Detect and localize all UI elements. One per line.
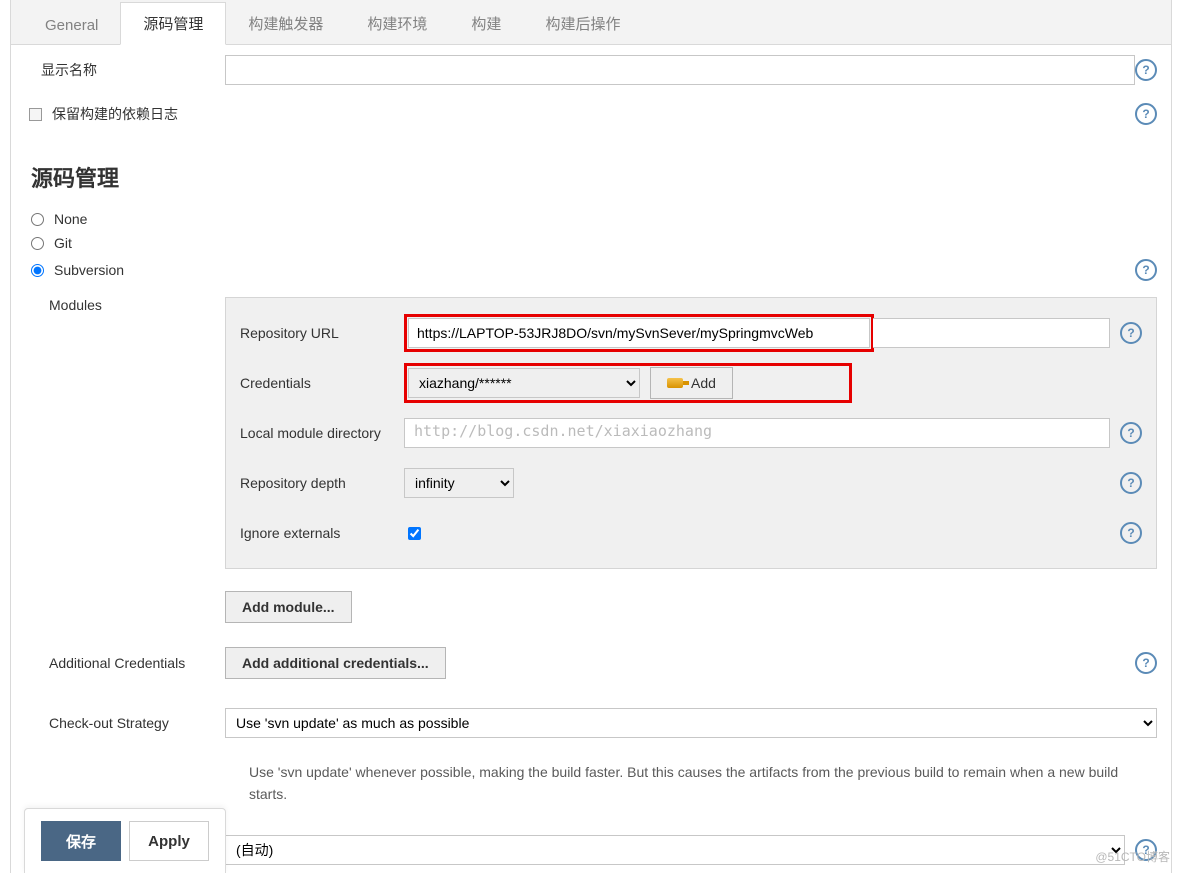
radio-subversion[interactable] bbox=[31, 264, 44, 277]
section-source-title: 源码管理 bbox=[31, 161, 1157, 193]
ignore-externals-checkbox[interactable] bbox=[408, 527, 421, 540]
repo-browser-select[interactable]: (自动) bbox=[225, 835, 1125, 865]
radio-none[interactable] bbox=[31, 213, 44, 226]
config-tabs: General 源码管理 构建触发器 构建环境 构建 构建后操作 bbox=[11, 0, 1171, 45]
radio-git-label: Git bbox=[54, 235, 72, 251]
credentials-label: Credentials bbox=[240, 375, 404, 391]
help-icon[interactable]: ? bbox=[1135, 59, 1157, 81]
repo-url-label: Repository URL bbox=[240, 325, 404, 341]
modules-panel: ↘ SVN项目地址 Repository URL bbox=[225, 297, 1157, 569]
help-icon[interactable]: ? bbox=[1135, 103, 1157, 125]
tab-post[interactable]: 构建后操作 bbox=[523, 3, 642, 44]
help-icon[interactable]: ? bbox=[1120, 472, 1142, 494]
key-icon bbox=[667, 378, 683, 388]
add-additional-cred-button[interactable]: Add additional credentials... bbox=[225, 647, 446, 679]
depth-label: Repository depth bbox=[240, 475, 404, 491]
help-icon[interactable]: ? bbox=[1135, 652, 1157, 674]
checkout-strategy-desc: Use 'svn update' whenever possible, maki… bbox=[249, 761, 1157, 806]
depth-select[interactable]: infinity bbox=[404, 468, 514, 498]
apply-button[interactable]: Apply bbox=[129, 821, 209, 861]
credentials-add-button[interactable]: Add bbox=[650, 367, 733, 399]
display-name-label: 显示名称 bbox=[41, 60, 97, 80]
checkout-strategy-label: Check-out Strategy bbox=[49, 715, 225, 731]
tab-general[interactable]: General bbox=[23, 7, 120, 44]
radio-subversion-label: Subversion bbox=[54, 262, 124, 278]
modules-label: Modules bbox=[49, 297, 225, 313]
tab-env[interactable]: 构建环境 bbox=[345, 3, 449, 44]
repo-url-input-tail[interactable] bbox=[873, 318, 1110, 348]
help-icon[interactable]: ? bbox=[1120, 422, 1142, 444]
ignore-externals-label: Ignore externals bbox=[240, 525, 404, 541]
repo-url-input[interactable] bbox=[408, 318, 870, 348]
keep-deps-checkbox[interactable] bbox=[29, 108, 42, 121]
radio-git[interactable] bbox=[31, 237, 44, 250]
radio-none-label: None bbox=[54, 211, 87, 227]
tab-trigger[interactable]: 构建触发器 bbox=[226, 3, 345, 44]
credentials-select[interactable]: xiazhang/****** bbox=[408, 368, 640, 398]
credentials-add-label: Add bbox=[691, 375, 716, 391]
local-dir-input[interactable] bbox=[404, 418, 1110, 448]
save-button[interactable]: 保存 bbox=[41, 821, 121, 861]
local-dir-label: Local module directory bbox=[240, 425, 404, 441]
checkout-strategy-select[interactable]: Use 'svn update' as much as possible bbox=[225, 708, 1157, 738]
help-icon[interactable]: ? bbox=[1120, 522, 1142, 544]
add-module-button[interactable]: Add module... bbox=[225, 591, 352, 623]
help-icon[interactable]: ? bbox=[1135, 259, 1157, 281]
help-icon[interactable]: ? bbox=[1120, 322, 1142, 344]
keep-deps-label: 保留构建的依赖日志 bbox=[52, 104, 178, 124]
additional-cred-label: Additional Credentials bbox=[49, 655, 225, 671]
tab-source[interactable]: 源码管理 bbox=[120, 2, 226, 45]
display-name-input[interactable] bbox=[225, 55, 1135, 85]
page-watermark: @51CTO博客 bbox=[1095, 848, 1170, 865]
sticky-action-bar: 保存 Apply bbox=[24, 808, 226, 873]
tab-build[interactable]: 构建 bbox=[449, 3, 523, 44]
